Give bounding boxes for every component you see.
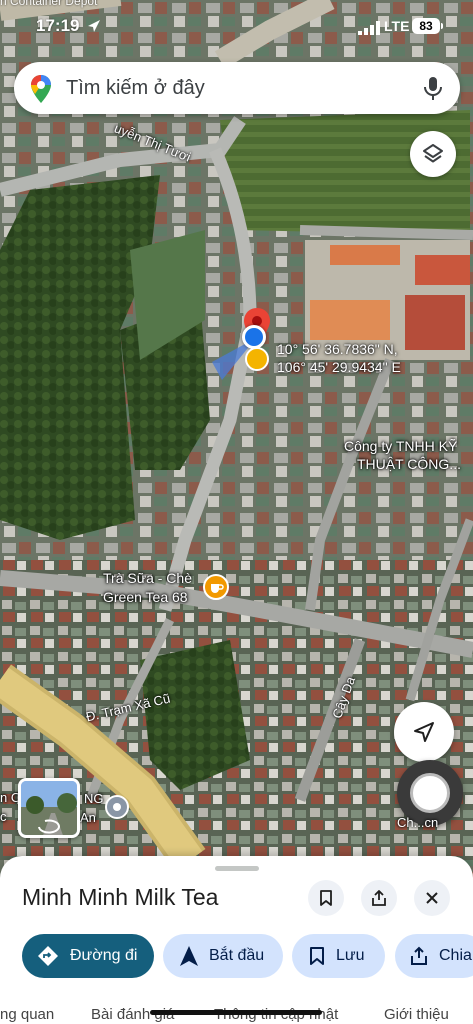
directions-button[interactable]: Đường đi: [22, 934, 154, 978]
google-maps-logo-icon: [31, 75, 51, 103]
navigation-arrow-icon: [414, 722, 434, 742]
current-location-dot: [242, 325, 266, 349]
status-top-text: n Container Depot: [0, 0, 98, 8]
place-title: Minh Minh Milk Tea: [22, 884, 219, 910]
battery-tip: [441, 23, 443, 29]
layers-icon: [423, 144, 443, 163]
location-arrow-icon: [88, 20, 100, 32]
start-label: Bắt đầu: [209, 947, 265, 964]
save-button[interactable]: Lưu: [292, 934, 385, 978]
layers-button[interactable]: [410, 131, 456, 177]
map-label-left-4: An: [80, 810, 96, 825]
place-tabs: ng quan Bài đánh giá Thông tin cập nhật …: [0, 1006, 473, 1024]
close-icon: [426, 892, 438, 904]
my-location-button[interactable]: [394, 702, 454, 762]
bookmark-icon: [310, 947, 324, 965]
tab-overview[interactable]: ng quan: [0, 1006, 54, 1023]
action-chips: Đường đi Bắt đầu Lưu Chia: [22, 934, 473, 978]
cafe-icon[interactable]: [203, 574, 229, 600]
map-label-left-2: c: [0, 809, 7, 824]
directions-label: Đường đi: [70, 947, 138, 964]
save-place-button[interactable]: [308, 880, 344, 916]
microphone-icon[interactable]: [422, 75, 444, 101]
search-input[interactable]: Tìm kiếm ở đây: [66, 77, 205, 100]
place-marker-icon[interactable]: [105, 795, 129, 819]
sheet-drag-handle[interactable]: [215, 866, 259, 871]
directions-icon: [38, 946, 58, 966]
battery-level: 83: [412, 18, 440, 34]
share-icon: [372, 890, 386, 906]
navigation-icon: [180, 946, 198, 966]
signal-icon: [358, 21, 380, 35]
close-button[interactable]: [414, 880, 450, 916]
status-time: 17:19: [36, 16, 80, 35]
company-label-2[interactable]: THUẬT CÔNG...: [357, 456, 461, 472]
company-label[interactable]: Công ty TNHH KỸ: [344, 438, 457, 454]
share-icon: [411, 946, 427, 965]
coordinates-readout: 10° 56' 36.7836" N, 106° 45' 29.9434" E: [277, 340, 401, 376]
search-bar[interactable]: Tìm kiếm ở đây: [14, 62, 460, 114]
tab-about[interactable]: Giới thiệu: [384, 1006, 449, 1023]
record-label: Ch...cn: [397, 815, 439, 830]
tea-shop-label-2[interactable]: Green Tea 68: [103, 589, 188, 605]
street-view-thumbnail[interactable]: [18, 778, 80, 838]
share-place-button[interactable]: [361, 880, 397, 916]
place-bottom-sheet[interactable]: Minh Minh Milk Tea Đường đi Bắt đầu Lưu …: [0, 856, 473, 1024]
start-button[interactable]: Bắt đầu: [163, 934, 283, 978]
share-label: Chia: [439, 947, 472, 964]
share-button[interactable]: Chia: [395, 934, 473, 978]
latitude-text: 10° 56' 36.7836" N,: [277, 341, 398, 357]
save-label: Lưu: [336, 947, 365, 964]
home-indicator: [150, 1010, 322, 1015]
bookmark-icon: [320, 890, 332, 906]
network-type: LTE: [384, 18, 410, 34]
status-bar: n Container Depot 17:19 LTE 83: [0, 0, 473, 54]
location-marker-icon[interactable]: [245, 347, 269, 371]
tea-shop-label[interactable]: Trà Sữa - Chè: [103, 570, 192, 586]
map-label-left-3: NG: [84, 791, 104, 806]
longitude-text: 106° 45' 29.9434" E: [277, 359, 401, 375]
record-inner-circle: [410, 773, 450, 813]
